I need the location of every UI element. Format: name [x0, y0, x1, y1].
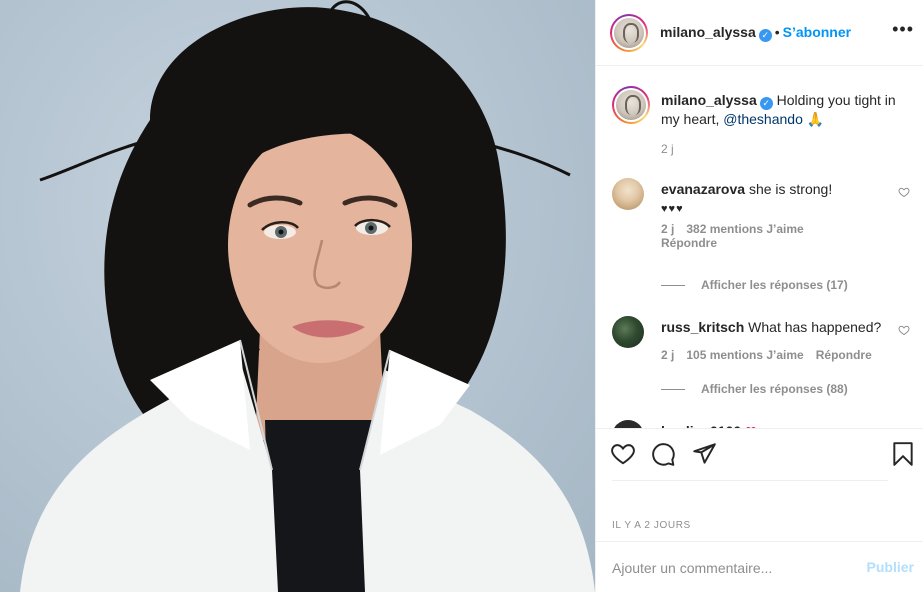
comment-text: What has happened? — [748, 319, 882, 335]
comment-likes[interactable]: 382 mentions J’aime — [686, 222, 803, 236]
reply-button[interactable]: Répondre — [816, 348, 872, 362]
commenter-avatar[interactable] — [612, 316, 644, 348]
post-header: milano_alyssa ✓ • S’abonner ••• — [596, 0, 923, 66]
caption-text-block: milano_alyssa ✓ Holding you tight in my h… — [661, 91, 911, 128]
comment-time: 2 j — [661, 348, 675, 362]
comment-time: 2 j — [661, 222, 675, 236]
post-photo[interactable] — [0, 0, 595, 592]
separator-dot: • — [774, 24, 780, 40]
comments-list[interactable]: milano_alyssa ✓ Holding you tight in my h… — [596, 66, 923, 428]
reply-button[interactable]: Répondre — [661, 236, 717, 250]
post-actions-bar — [596, 428, 923, 480]
more-dots-icon[interactable]: ••• — [892, 20, 914, 38]
comment-meta: 2 j 105 mentions J’aime Répondre — [661, 348, 891, 362]
comment-heart-icon[interactable] — [898, 324, 910, 336]
comment-text-extra: ♥♥♥ — [661, 203, 684, 215]
divider — [612, 480, 888, 481]
caption-time: 2 j — [661, 142, 674, 156]
verified-badge-icon: ✓ — [758, 29, 772, 42]
view-replies-button[interactable]: Afficher les réponses (17) — [661, 278, 848, 292]
caption-username[interactable]: milano_alyssa — [661, 92, 757, 108]
post-side-panel: milano_alyssa ✓ • S’abonner ••• milano_alys… — [595, 0, 923, 592]
comment-heart-icon[interactable] — [898, 186, 910, 198]
commenter-username[interactable]: russ_kritsch — [661, 319, 744, 335]
bookmark-icon[interactable] — [890, 441, 916, 467]
publish-button[interactable]: Publier — [867, 559, 914, 575]
paper-plane-icon[interactable] — [691, 441, 717, 467]
comment-likes[interactable]: 105 mentions J’aime — [686, 348, 803, 362]
caption-avatar[interactable] — [612, 86, 650, 124]
caption-mention-link[interactable]: @theshando — [723, 111, 803, 127]
comment-body: russ_kritsch What has happened? 2 j 105 m… — [661, 318, 891, 362]
commenter-username[interactable]: evanazarova — [661, 181, 745, 197]
author-avatar[interactable] — [610, 14, 648, 52]
comment-body: evanazarova she is strong! ♥♥♥ 2 j 382 me… — [661, 180, 891, 250]
add-comment-form: Publier — [596, 541, 923, 592]
view-replies-button[interactable]: Afficher les réponses (88) — [661, 382, 848, 396]
author-username[interactable]: milano_alyssa — [660, 24, 756, 40]
commenter-avatar[interactable] — [612, 420, 644, 428]
follow-button[interactable]: S’abonner — [783, 24, 851, 40]
portrait-illustration — [20, 0, 595, 592]
post-time-label[interactable]: IL Y A 2 JOURS — [612, 520, 691, 531]
comment-input[interactable] — [612, 542, 852, 592]
comment-text: she is strong! — [748, 181, 833, 197]
pray-emoji: 🙏 — [806, 111, 825, 127]
verified-badge-icon: ✓ — [759, 97, 773, 110]
commenter-avatar[interactable] — [612, 178, 644, 210]
view-replies-label: Afficher les réponses (17) — [701, 278, 848, 292]
comment-meta: 2 j 382 mentions J’aime Répondre — [661, 222, 891, 250]
comment-bubble-icon[interactable] — [650, 441, 676, 467]
heart-icon[interactable] — [610, 441, 636, 467]
view-replies-label: Afficher les réponses (88) — [701, 382, 848, 396]
